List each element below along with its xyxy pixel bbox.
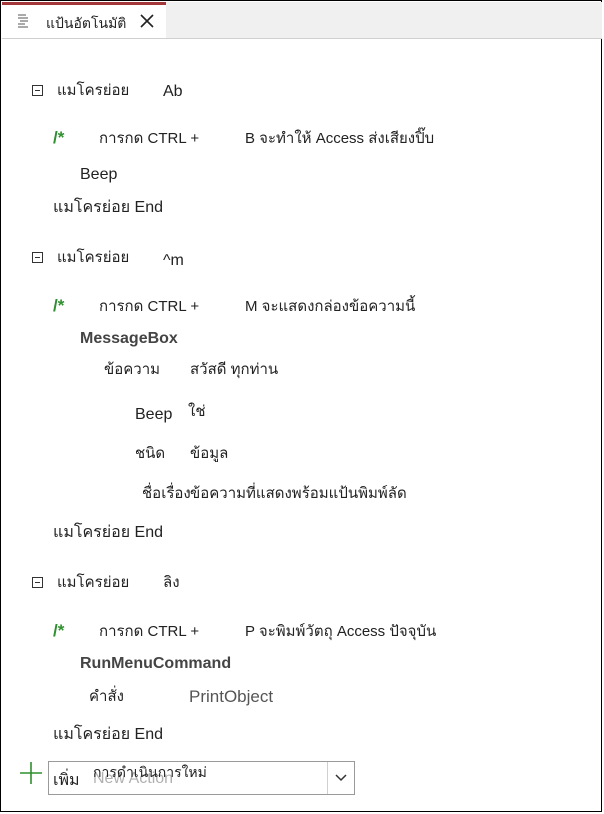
close-icon[interactable] xyxy=(137,11,157,31)
submacro-name[interactable]: Ab xyxy=(163,83,183,101)
comment-open: /* xyxy=(53,128,65,147)
comment-prefix[interactable]: การกด CTRL + xyxy=(99,130,199,148)
dropdown-button[interactable] xyxy=(327,762,354,794)
tab-label: แป้นอัตโนมัติ xyxy=(46,15,127,31)
arg-label: Beep xyxy=(135,406,173,423)
comment-text[interactable]: P จะพิมพ์วัตถุ Access ปัจจุบัน xyxy=(245,623,436,641)
arg-value[interactable]: สวัสดี ทุกท่าน xyxy=(190,361,278,379)
collapse-icon[interactable] xyxy=(32,577,43,588)
new-action-overlay-text: การดำเนินการใหม่ xyxy=(93,764,207,780)
submacro-name[interactable]: ^m xyxy=(163,252,184,270)
arg-value[interactable]: ข้อมูล xyxy=(190,445,228,463)
chevron-down-icon xyxy=(335,774,347,782)
submacro-end: แมโครย่อย End xyxy=(53,524,164,541)
new-action-combobox[interactable]: เพิ่ม New Action การดำเนินการใหม่ xyxy=(48,761,355,795)
collapse-icon[interactable] xyxy=(32,85,43,96)
arg-value[interactable]: PrintObject xyxy=(189,688,273,706)
arg-label: คำสั่ง xyxy=(89,688,124,705)
action-beep[interactable]: Beep xyxy=(80,166,117,184)
action-messagebox[interactable]: MessageBox xyxy=(80,330,178,348)
macro-icon xyxy=(18,14,28,28)
macro-designer-window: แป้นอัตโนมัติ แมโครย่อย Ab /* การกด CTRL… xyxy=(0,0,602,812)
arg-value[interactable]: ใช่ xyxy=(188,403,206,421)
document-tab[interactable]: แป้นอัตโนมัติ xyxy=(2,2,166,38)
comment-text[interactable]: B จะทำให้ Access ส่งเสียงปิ๊บ xyxy=(245,130,434,148)
comment-open: /* xyxy=(53,621,65,640)
submacro-header-label: แมโครย่อย xyxy=(57,82,130,99)
comment-prefix[interactable]: การกด CTRL + xyxy=(99,623,199,641)
comment-text[interactable]: M จะแสดงกล่องข้อความนี้ xyxy=(245,298,415,316)
arg-label: ชื่อเรื่อง xyxy=(142,485,191,502)
submacro-name[interactable]: ลิง xyxy=(163,574,180,592)
action-runmenucommand[interactable]: RunMenuCommand xyxy=(80,655,231,673)
comment-open: /* xyxy=(53,296,65,315)
document-tab-bar: แป้นอัตโนมัติ xyxy=(2,2,602,39)
submacro-header-label: แมโครย่อย xyxy=(57,574,130,591)
collapse-icon[interactable] xyxy=(32,252,43,263)
arg-value[interactable]: ข้อความที่แสดงพร้อมแป้นพิมพ์ลัด xyxy=(190,485,407,503)
arg-label: ชนิด xyxy=(135,445,166,462)
comment-prefix[interactable]: การกด CTRL + xyxy=(99,298,199,316)
add-label: เพิ่ม xyxy=(53,772,80,789)
plus-icon[interactable] xyxy=(19,761,43,785)
arg-label: ข้อความ xyxy=(104,361,161,378)
submacro-end: แมโครย่อย End xyxy=(53,726,164,743)
submacro-header-label: แมโครย่อย xyxy=(57,249,130,266)
submacro-end: แมโครย่อย End xyxy=(53,199,164,216)
